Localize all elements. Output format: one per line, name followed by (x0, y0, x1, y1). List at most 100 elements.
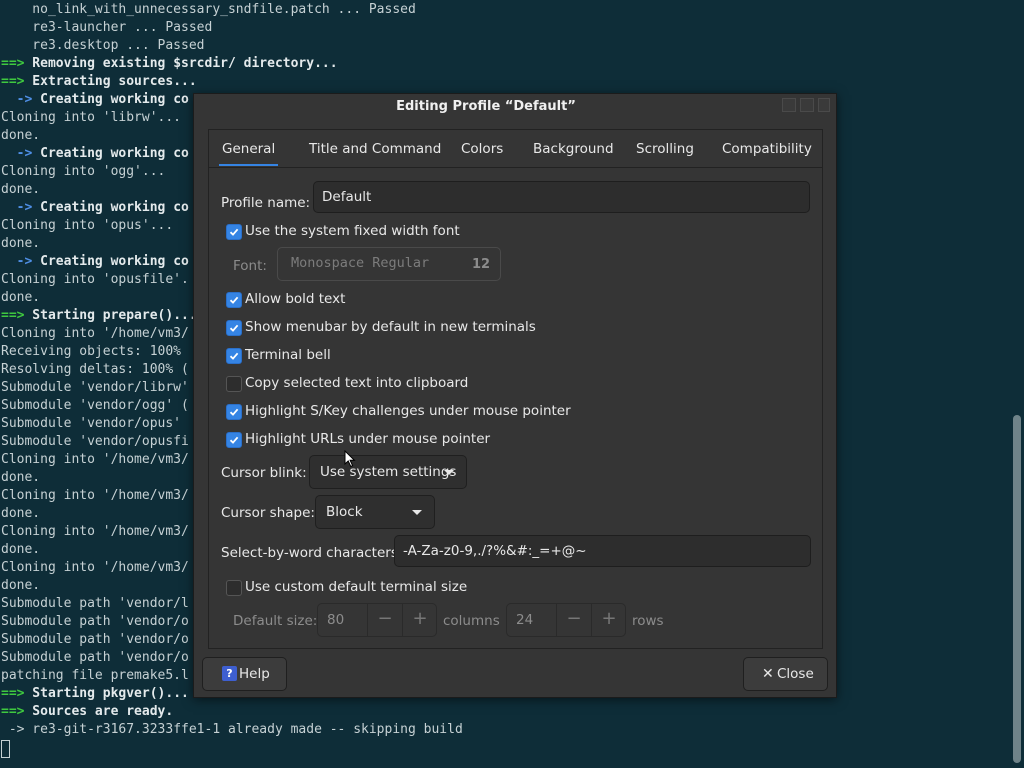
menubar-checkbox[interactable] (226, 320, 242, 336)
terminal-line: done. (1, 127, 40, 145)
tab-title-and-command[interactable]: Title and Command (302, 138, 448, 160)
columns-value: 80 (327, 612, 345, 628)
terminal-line: Submodule 'vendor/opusfi (1, 433, 189, 451)
terminal-line: done. (1, 505, 40, 523)
terminal-line: Cloning into '/home/vm3/ (1, 559, 189, 577)
terminal-line: -> Creating working co (1, 199, 189, 217)
help-button[interactable]: ? Help (202, 657, 287, 691)
font-size: 12 (472, 257, 491, 272)
terminal-line: -> Creating working co (1, 145, 189, 163)
chevron-down-icon (412, 510, 422, 515)
terminal-line: re3.desktop ... Passed (1, 37, 204, 55)
terminal-line-text: Creating working co (32, 92, 189, 107)
terminal-line: ==> Starting prepare()... (1, 307, 197, 325)
rows-value: 24 (516, 612, 534, 628)
columns-label: columns (443, 613, 500, 629)
terminal-line-text: Receiving objects: 100% (1, 344, 182, 359)
cursor-shape-dropdown[interactable]: Block (315, 495, 435, 529)
cursor-blink-dropdown[interactable]: Use system settings (309, 455, 467, 489)
tab-bar: General Title and Command Colors Backgro… (209, 130, 822, 168)
terminal-line: -> re3-git-r3167.3233ffe1-1 already made… (1, 721, 463, 739)
dialog-titlebar[interactable]: Editing Profile “Default” (194, 94, 836, 120)
plus-icon[interactable]: + (403, 604, 437, 636)
highlight-urls-label: Highlight URLs under mouse pointer (245, 431, 491, 447)
plus-icon[interactable]: + (592, 604, 626, 636)
terminal-line-text: Submodule path 'vendor/o (1, 650, 189, 665)
terminal-line-text: Cloning into '/home/vm3/ (1, 452, 189, 467)
columns-spinner[interactable]: 80 − + (317, 603, 437, 637)
skey-checkbox[interactable] (226, 404, 242, 420)
tab-background[interactable]: Background (526, 138, 621, 160)
terminal-line: Cloning into '/home/vm3/ (1, 523, 189, 541)
terminal-line-text: Submodule path 'vendor/o (1, 632, 189, 647)
minus-icon[interactable]: − (557, 604, 591, 636)
terminal-line-text: done. (1, 236, 41, 251)
maximize-icon[interactable] (800, 98, 814, 112)
terminal-line: done. (1, 235, 40, 253)
terminal-line: Cloning into '/home/vm3/ (1, 487, 189, 505)
terminal-line: re3-launcher ... Passed (1, 19, 212, 37)
default-size-label: Default size: (233, 613, 318, 629)
terminal-line: Cloning into '/home/vm3/ (1, 325, 189, 343)
tab-general[interactable]: General (215, 138, 282, 166)
terminal-line-text: Submodule path 'vendor/o (1, 614, 189, 629)
settings-notebook: General Title and Command Colors Backgro… (208, 129, 823, 649)
custom-size-checkbox[interactable] (226, 580, 242, 596)
highlight-urls-checkbox[interactable] (226, 432, 242, 448)
terminal-line: ==> Removing existing $srcdir/ directory… (1, 55, 338, 73)
terminal-line-text: Cloning into '/home/vm3/ (1, 488, 189, 503)
terminal-line-text: Removing existing $srcdir/ directory... (24, 56, 338, 71)
terminal-line-text: re3-launcher ... Passed (1, 20, 213, 35)
terminal-line: ==> Extracting sources... (1, 73, 197, 91)
terminal-line-text: Submodule 'vendor/ogg' ( (1, 398, 189, 413)
terminal-line-text: Extracting sources... (24, 74, 197, 89)
font-picker-button[interactable]: Monospace Regular 12 (277, 247, 501, 281)
terminal-line-text: Cloning into 'opus'... (1, 218, 174, 233)
terminal-line-text: Submodule 'vendor/librw' (1, 380, 189, 395)
terminal-line-text: done. (1, 542, 41, 557)
font-name: Monospace Regular (291, 255, 430, 271)
terminal-bell-checkbox[interactable] (226, 348, 242, 364)
minus-icon[interactable]: − (368, 604, 402, 636)
bold-text-label: Allow bold text (245, 291, 346, 307)
system-font-checkbox[interactable] (226, 224, 242, 240)
terminal-line: Submodule 'vendor/ogg' ( (1, 397, 189, 415)
terminal-line: Submodule 'vendor/librw' (1, 379, 189, 397)
close-icon: ✕ (762, 666, 774, 682)
close-button[interactable]: ✕ Close (743, 657, 828, 691)
terminal-line: done. (1, 469, 40, 487)
terminal-line: Submodule path 'vendor/o (1, 649, 189, 667)
terminal-line-text: done. (1, 128, 41, 143)
terminal-line-text: no_link_with_unnecessary_sndfile.patch .… (1, 2, 416, 17)
minimize-icon[interactable] (782, 98, 796, 112)
profile-editor-dialog: Editing Profile “Default” General Title … (193, 93, 837, 698)
prompt-arrow: ==> (1, 308, 25, 323)
copy-clipboard-checkbox[interactable] (226, 376, 242, 392)
terminal-line: done. (1, 541, 40, 559)
prompt-arrow: -> (1, 200, 33, 215)
terminal-line-text: Starting pkgver()... (24, 686, 189, 701)
tab-compatibility[interactable]: Compatibility (715, 138, 819, 160)
terminal-line-text: Cloning into '/home/vm3/ (1, 524, 189, 539)
terminal-line: Submodule path 'vendor/l (1, 595, 189, 613)
profile-name-input[interactable]: Default (313, 181, 810, 213)
prompt-arrow: -> (1, 722, 25, 737)
cursor-blink-value: Use system settings (320, 464, 457, 480)
custom-size-label: Use custom default terminal size (245, 579, 468, 595)
tab-colors[interactable]: Colors (454, 138, 510, 160)
word-chars-input[interactable]: -A-Za-z0-9,./?%&#:_=+@~ (394, 535, 811, 567)
cursor-shape-value: Block (326, 504, 363, 520)
scrollbar-thumb[interactable] (1013, 415, 1021, 763)
system-font-label: Use the system fixed width font (245, 223, 460, 239)
tab-scrolling[interactable]: Scrolling (629, 138, 701, 160)
terminal-line-text: re3-git-r3167.3233ffe1-1 already made --… (24, 722, 463, 737)
font-label: Font: (233, 258, 267, 274)
rows-spinner[interactable]: 24 − + (506, 603, 626, 637)
terminal-line-text: patching file premake5.l (1, 668, 189, 683)
terminal-scrollbar[interactable] (1010, 0, 1024, 768)
terminal-line-text: done. (1, 290, 41, 305)
terminal-line: no_link_with_unnecessary_sndfile.patch .… (1, 1, 416, 19)
menubar-label: Show menubar by default in new terminals (245, 319, 536, 335)
close-window-icon[interactable] (818, 98, 830, 112)
bold-text-checkbox[interactable] (226, 292, 242, 308)
